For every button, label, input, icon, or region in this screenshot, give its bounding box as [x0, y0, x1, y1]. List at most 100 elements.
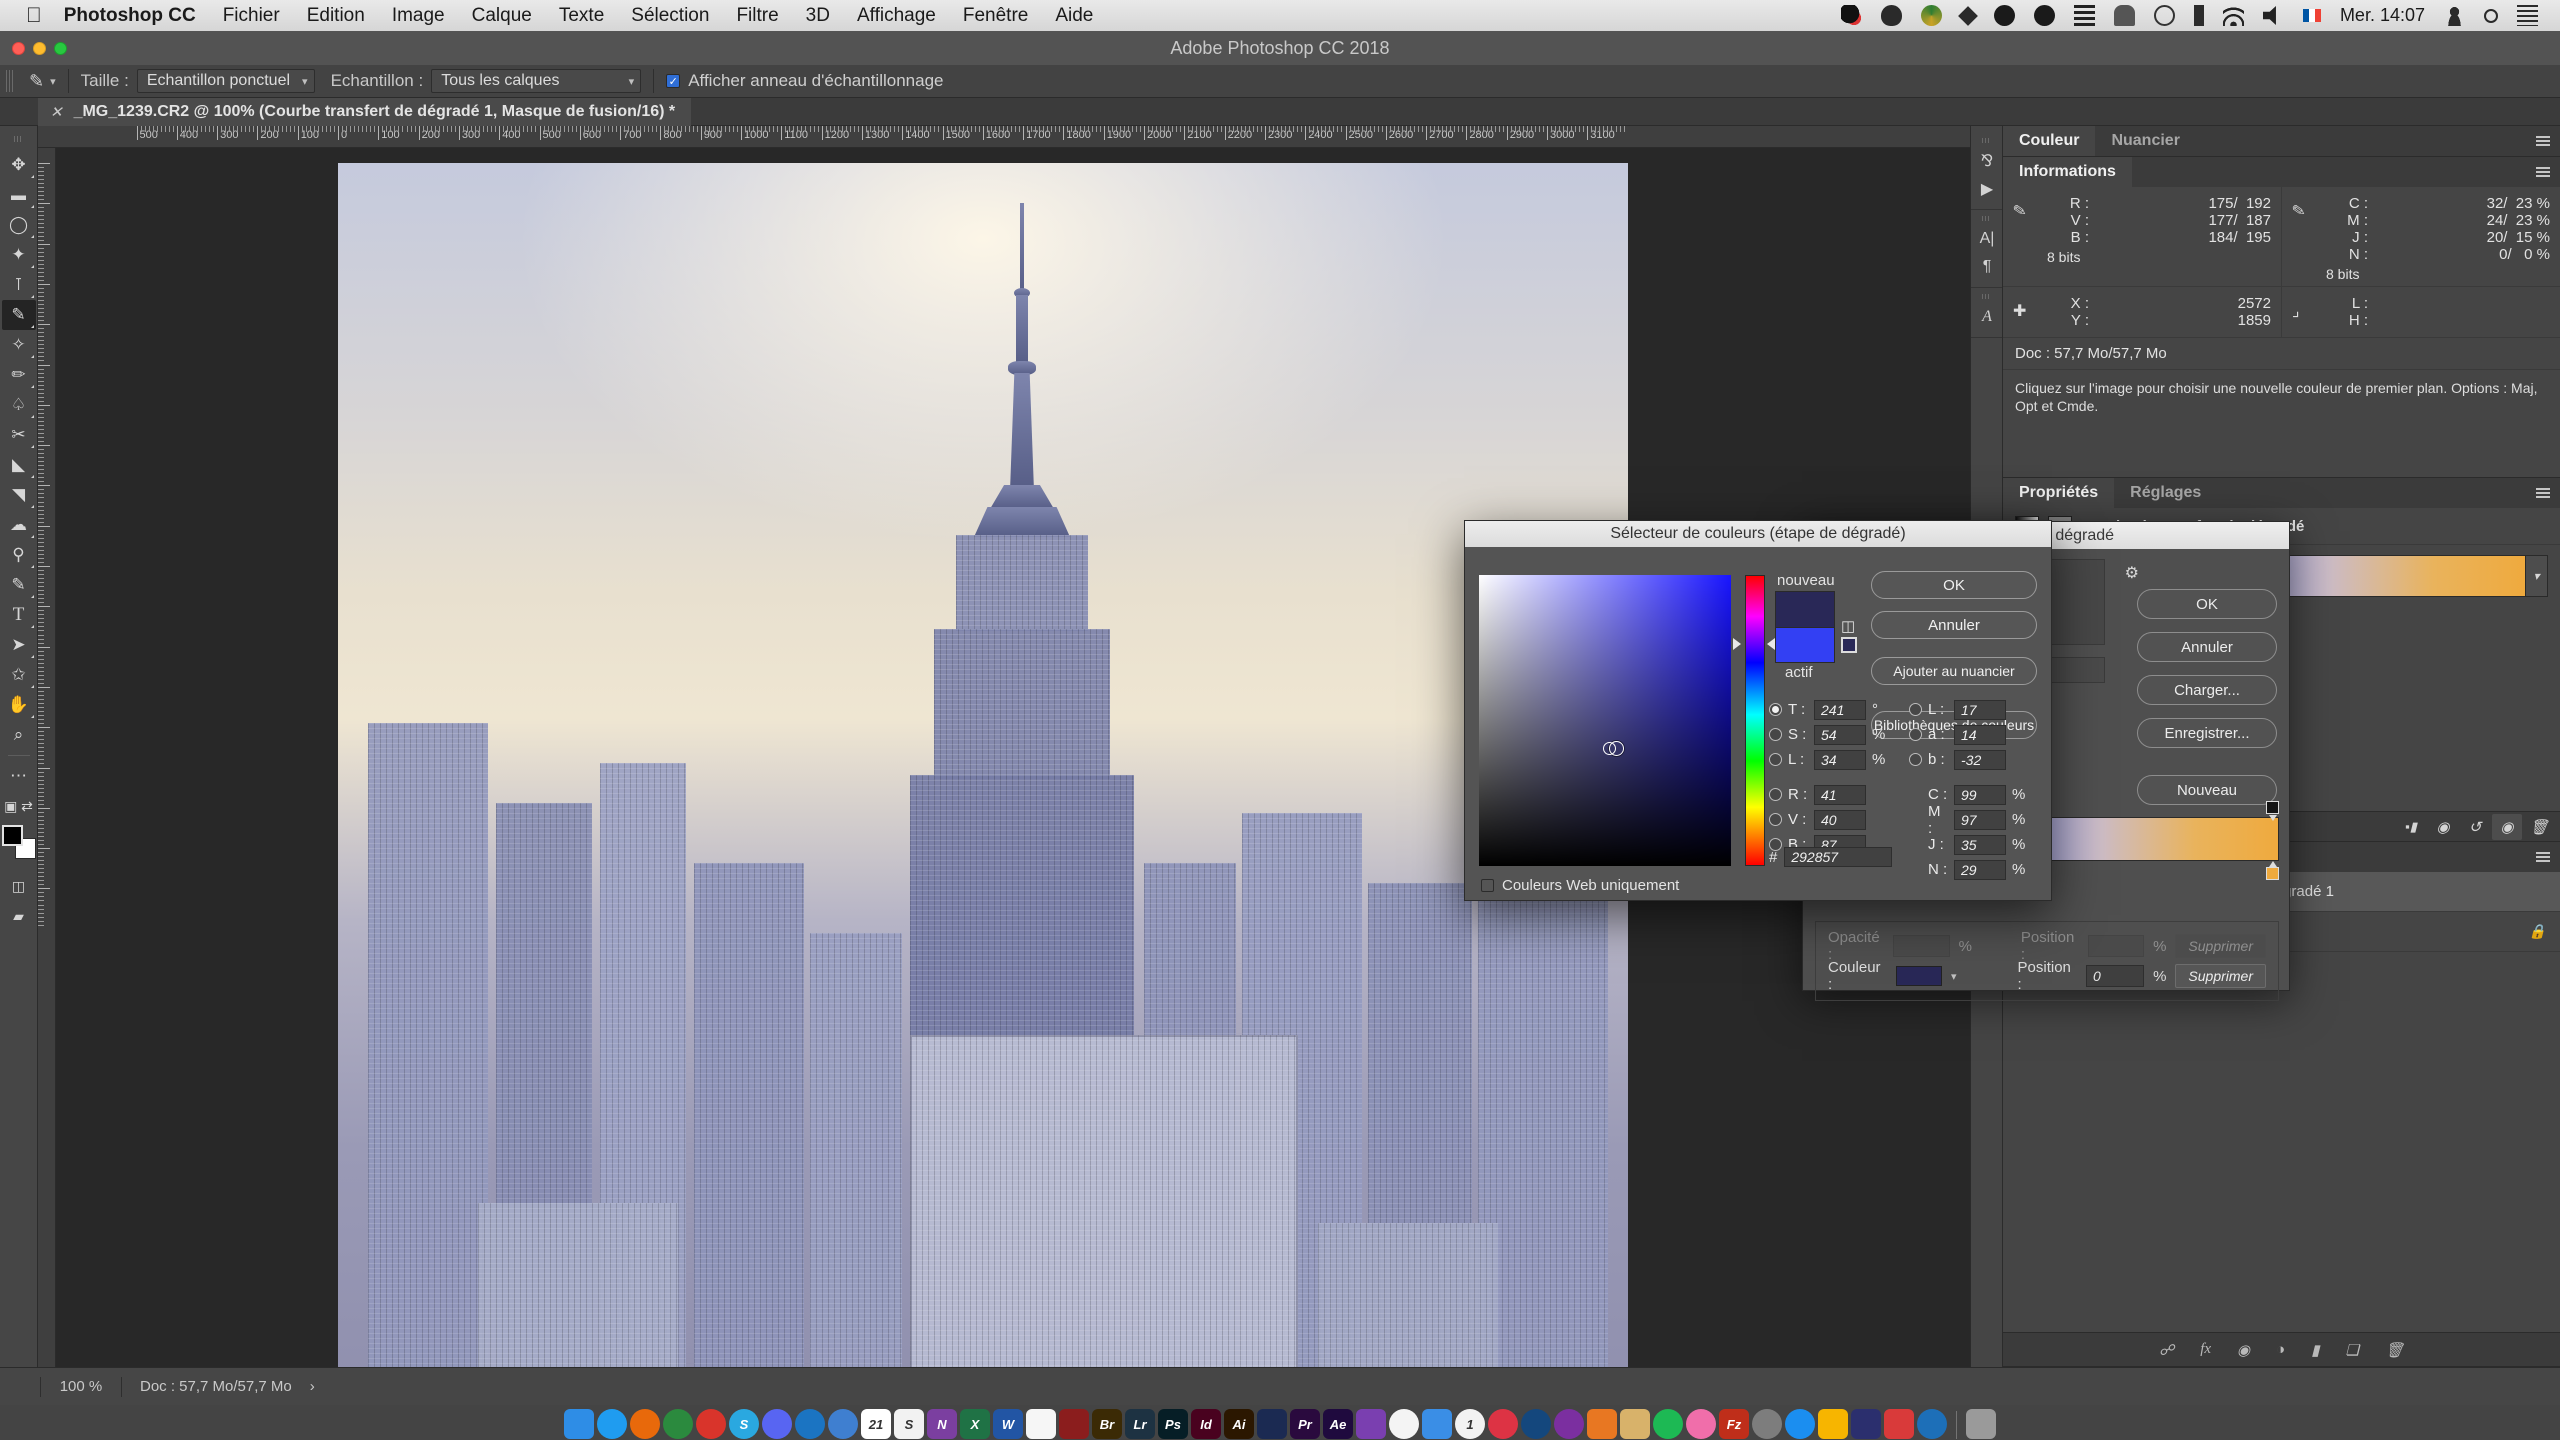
- spotlight-search-icon[interactable]: [2484, 8, 2498, 23]
- visibility-icon[interactable]: ◉: [2492, 813, 2522, 840]
- new-color-swatch[interactable]: [1775, 591, 1835, 627]
- web-safe-row[interactable]: Couleurs Web uniquement: [1481, 877, 1679, 894]
- layers-panel-menu-button[interactable]: [2526, 842, 2560, 872]
- dock-item-premiere[interactable]: Pr: [1290, 1409, 1320, 1439]
- link-layers-icon[interactable]: ▪▮: [2396, 814, 2426, 840]
- cyan-input[interactable]: 99: [1954, 784, 2006, 805]
- dock-item-handbrake[interactable]: [1620, 1409, 1650, 1439]
- color-panel-menu-button[interactable]: [2526, 126, 2560, 156]
- crop-tool[interactable]: ⊺: [2, 270, 36, 300]
- lab-b-radio[interactable]: [1909, 753, 1922, 766]
- chevron-down-icon[interactable]: ▾: [1951, 970, 1957, 983]
- menu-fichier[interactable]: Fichier: [223, 5, 280, 27]
- dropbox-icon[interactable]: [1840, 5, 1862, 26]
- delete-color-stop-button[interactable]: Supprimer: [2175, 964, 2267, 988]
- adjustment-icon[interactable]: ◑: [2276, 1341, 2285, 1358]
- cloud-icon[interactable]: [1880, 5, 1902, 26]
- hex-input[interactable]: 292857: [1784, 847, 1893, 867]
- dock-item-safari[interactable]: [597, 1409, 627, 1439]
- dock-item-thunderbird[interactable]: [795, 1409, 825, 1439]
- tab-nuancier[interactable]: Nuancier: [2095, 126, 2195, 156]
- document-size-status[interactable]: Doc : 57,7 Mo/57,7 Mo: [122, 1378, 310, 1395]
- rail-grip[interactable]: [1982, 138, 1991, 143]
- skype-icon[interactable]: [1993, 5, 2015, 26]
- bluetooth-icon[interactable]: [2193, 5, 2204, 26]
- dock-item-indesign[interactable]: Id: [1191, 1409, 1221, 1439]
- character-icon[interactable]: A|: [1971, 225, 2003, 253]
- apple-logo-icon[interactable]: : [26, 5, 42, 26]
- new-layer-icon[interactable]: ❏: [2345, 1341, 2358, 1359]
- tool-preset-chevron-down-icon[interactable]: ▾: [50, 75, 56, 88]
- lock-icon[interactable]: 🔒: [2529, 923, 2546, 940]
- gradient-load-button[interactable]: Charger...: [2137, 675, 2277, 705]
- wifi-icon[interactable]: [2222, 5, 2244, 26]
- path-selection-tool[interactable]: ➤: [2, 630, 36, 660]
- loop-icon[interactable]: ◉: [2428, 814, 2458, 840]
- fx-icon[interactable]: fx: [2200, 1341, 2211, 1358]
- flag-fr-icon[interactable]: [2302, 9, 2321, 22]
- tab-reglages[interactable]: Réglages: [2114, 478, 2217, 508]
- eyedropper-icon[interactable]: ✎: [29, 71, 44, 92]
- dock-item-video-app[interactable]: [1554, 1409, 1584, 1439]
- layers-icon[interactable]: [2073, 5, 2095, 26]
- dock-item-photobooth[interactable]: [828, 1409, 858, 1439]
- dock-item-color-wheel[interactable]: [1488, 1409, 1518, 1439]
- type-tool[interactable]: T: [2, 600, 36, 630]
- lab-b-input[interactable]: -32: [1954, 749, 2006, 770]
- zoom-tool[interactable]: ⌕: [2, 720, 36, 750]
- tab-proprietes[interactable]: Propriétés: [2003, 478, 2115, 508]
- menu-filtre[interactable]: Filtre: [736, 5, 778, 27]
- dock-item-spotify[interactable]: [1653, 1409, 1683, 1439]
- styles-icon[interactable]: A: [1971, 303, 2003, 331]
- dock-item-preferences[interactable]: [1752, 1409, 1782, 1439]
- web-safe-checkbox[interactable]: [1481, 879, 1494, 892]
- sample-layers-select[interactable]: Tous les calques ▾: [431, 69, 642, 93]
- brightness-input[interactable]: 34: [1814, 749, 1866, 770]
- notification-center-icon[interactable]: [2517, 5, 2538, 26]
- lab-a-input[interactable]: 14: [1954, 724, 2006, 745]
- green-radio[interactable]: [1769, 813, 1782, 826]
- add-to-swatches-button[interactable]: Ajouter au nuancier: [1871, 657, 2037, 685]
- gear-icon[interactable]: ⚙: [2125, 563, 2139, 583]
- tools-panel-grip[interactable]: [14, 136, 23, 142]
- link-icon[interactable]: ☍: [2159, 1341, 2174, 1359]
- sample-size-select[interactable]: Echantillon ponctuel ▾: [136, 69, 315, 93]
- green-input[interactable]: 40: [1814, 809, 1866, 830]
- menu-calque[interactable]: Calque: [472, 5, 532, 27]
- quick-mask-icon[interactable]: ◫: [2, 871, 36, 901]
- color-picker-dialog[interactable]: Sélecteur de couleurs (étape de dégradé)…: [1464, 520, 2052, 901]
- saturation-input[interactable]: 54: [1814, 724, 1866, 745]
- dock-item-bridge[interactable]: Br: [1092, 1409, 1122, 1439]
- status-expand-icon[interactable]: ›: [310, 1378, 315, 1395]
- position-input-bottom[interactable]: 0: [2085, 965, 2145, 987]
- paragraph-icon[interactable]: ¶: [1971, 253, 2003, 281]
- color-cube-icon[interactable]: ◫: [1841, 617, 1855, 635]
- eyedropper-tool[interactable]: ✎: [1, 300, 36, 330]
- menu-app-name[interactable]: Photoshop CC: [64, 5, 196, 27]
- tab-couleur[interactable]: Couleur: [2003, 126, 2096, 156]
- rectangular-marquee-tool[interactable]: ▬: [2, 180, 36, 210]
- menu-edition[interactable]: Edition: [307, 5, 365, 27]
- brush-tool[interactable]: ✏: [2, 360, 36, 390]
- dock-item-textedit[interactable]: [1026, 1409, 1056, 1439]
- properties-panel-menu-button[interactable]: [2526, 478, 2560, 508]
- web-safe-swatch-icon[interactable]: [1841, 637, 1857, 653]
- color-picker-cancel-button[interactable]: Annuler: [1871, 611, 2037, 639]
- lab-l-input[interactable]: 17: [1954, 699, 2006, 720]
- new-group-icon[interactable]: ▮: [2311, 1341, 2319, 1359]
- quick-selection-tool[interactable]: ✦: [2, 240, 36, 270]
- dock-item-chrome[interactable]: [663, 1409, 693, 1439]
- dock-item-illustrator[interactable]: Ai: [1224, 1409, 1254, 1439]
- add-mask-icon[interactable]: ◉: [2237, 1341, 2250, 1359]
- position-input-top[interactable]: [2087, 935, 2145, 957]
- edit-toolbar-icon[interactable]: ▣ ⇄: [2, 791, 36, 821]
- color-field-picker-handle[interactable]: [1603, 741, 1624, 756]
- move-tool[interactable]: ✥: [2, 150, 36, 180]
- delete-opacity-stop-button[interactable]: Supprimer: [2175, 934, 2266, 958]
- dock-item-utorrent[interactable]: [1917, 1409, 1947, 1439]
- creative-cloud-icon[interactable]: [2033, 5, 2055, 26]
- color-stop[interactable]: [2266, 861, 2279, 880]
- black-input[interactable]: 29: [1954, 859, 2006, 880]
- menu-bar-clock[interactable]: Mer. 14:07: [2340, 5, 2425, 26]
- lab-l-radio[interactable]: [1909, 703, 1922, 716]
